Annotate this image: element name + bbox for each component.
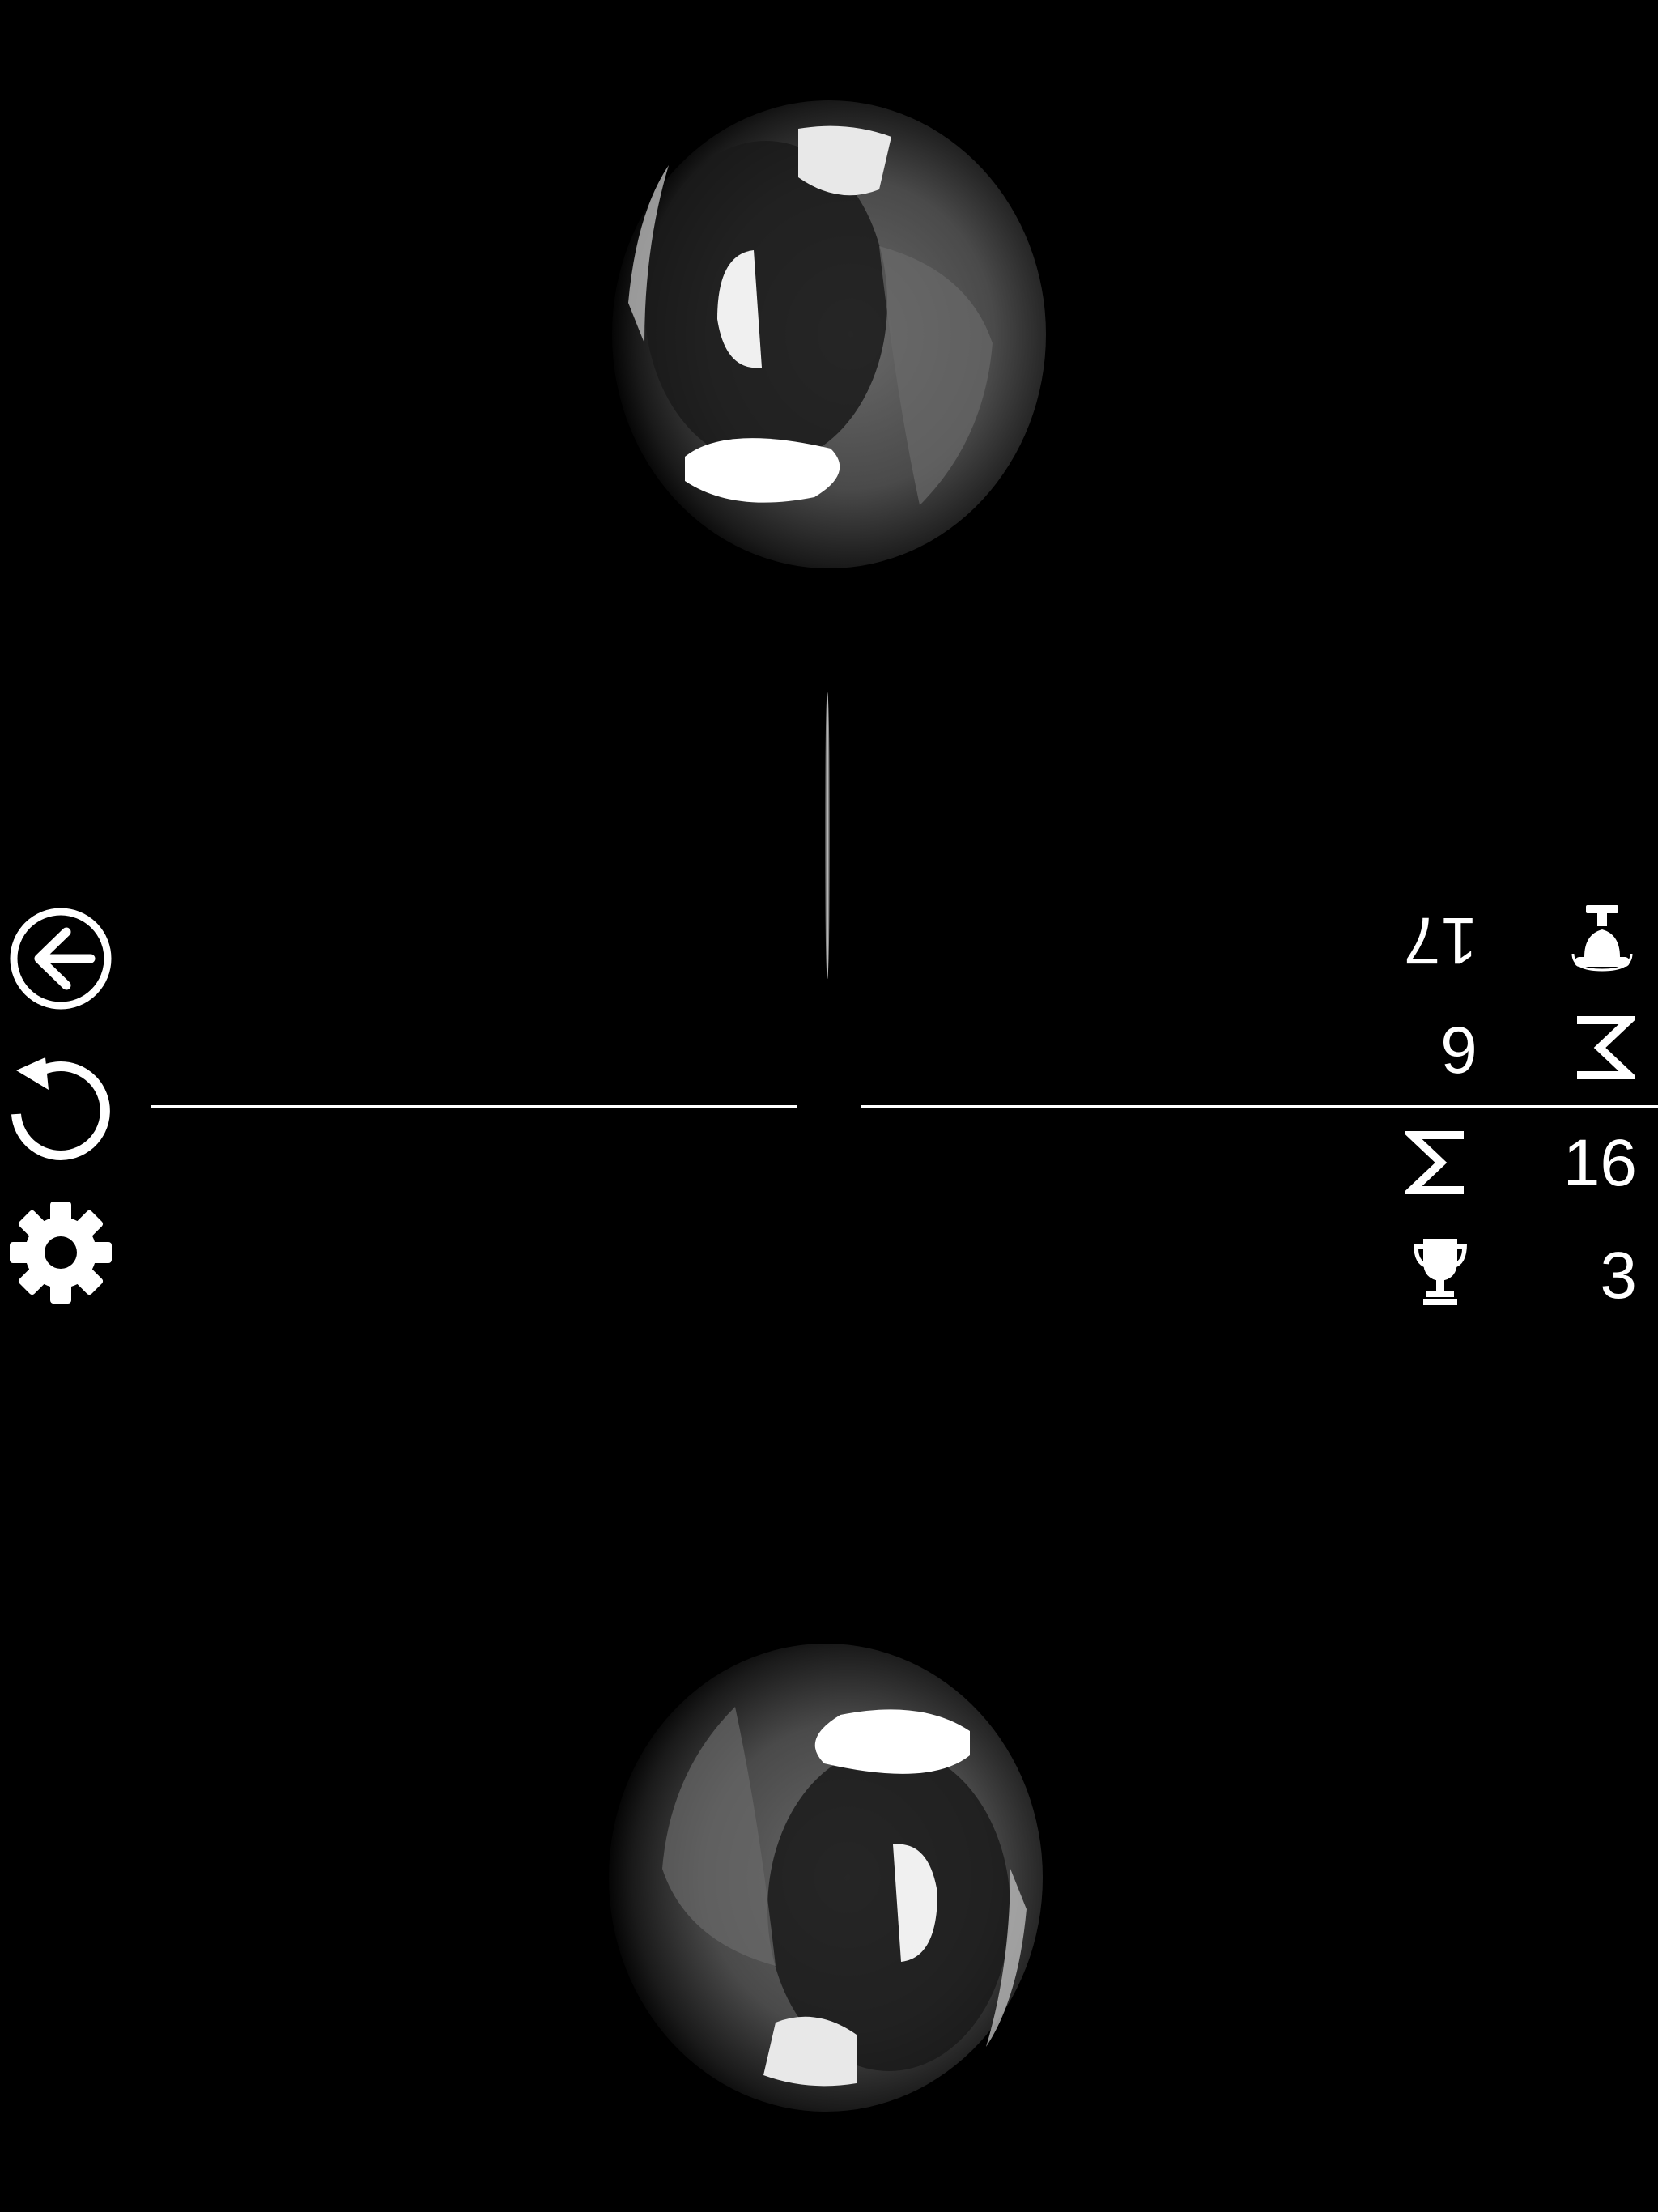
restart-button[interactable]: [6, 1054, 115, 1163]
center-line-left: [151, 1105, 797, 1108]
trophy-icon: [1412, 1237, 1469, 1305]
ball-bottom[interactable]: [609, 1644, 1043, 2112]
settings-button[interactable]: [6, 1198, 115, 1307]
weight-icon: [1568, 905, 1636, 973]
arrow-left-circle-icon: [10, 908, 112, 1010]
opponent-weight-value: 17: [1403, 904, 1477, 977]
opponent-sigma-value: 6: [1440, 1013, 1477, 1087]
center-line-right: [861, 1105, 1658, 1108]
needle: [822, 692, 833, 980]
sigma-value: 16: [1562, 1126, 1637, 1200]
ball-top[interactable]: [612, 100, 1046, 568]
gear-icon: [10, 1202, 112, 1304]
restart-icon: [11, 1057, 110, 1160]
back-button[interactable]: [6, 904, 115, 1013]
sigma-icon: [1572, 1014, 1635, 1082]
trophy-value: 3: [1600, 1239, 1637, 1312]
sigma-icon: [1405, 1129, 1469, 1197]
